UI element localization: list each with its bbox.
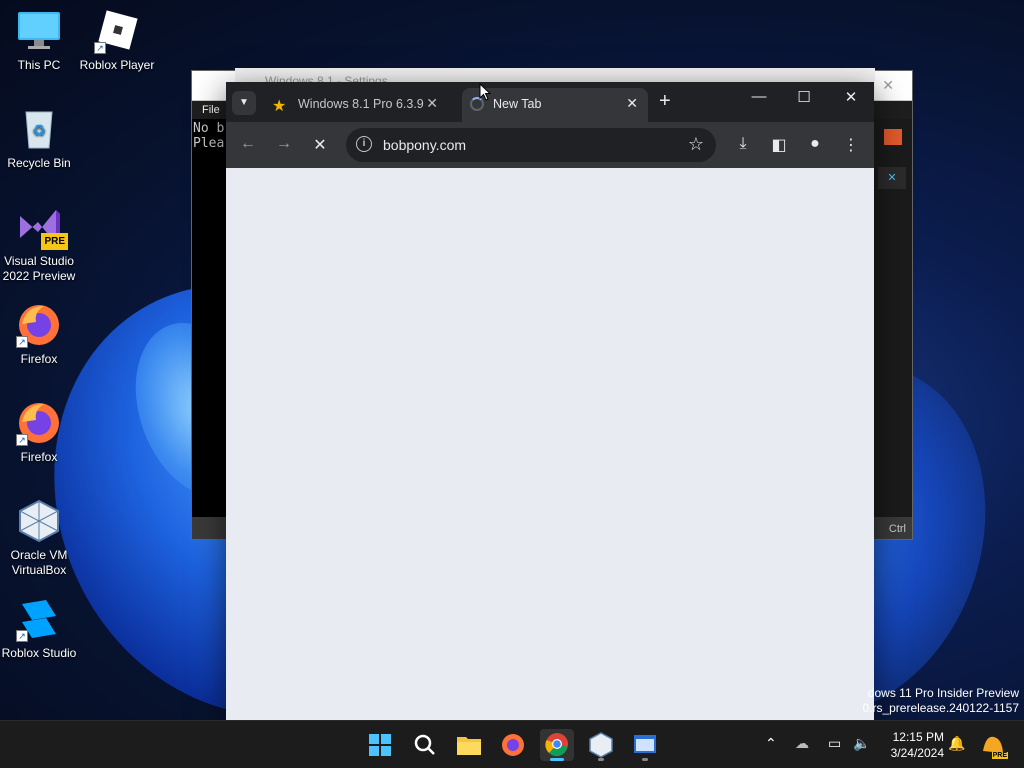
- desktop-icon-virtualbox[interactable]: Oracle VM VirtualBox: [0, 498, 78, 578]
- running-indicator: [642, 758, 648, 761]
- preview-badge: PRE: [41, 233, 68, 250]
- close-icon[interactable]: ✕: [882, 77, 894, 94]
- desktop-icon-roblox-player[interactable]: ↗ Roblox Player: [78, 8, 156, 73]
- bookmark-star-icon[interactable]: ☆: [688, 134, 704, 155]
- volume-muted-icon[interactable]: 🔈: [853, 735, 870, 752]
- notification-bell-icon[interactable]: 🔔: [948, 735, 965, 752]
- vm-window-icon: [634, 735, 656, 753]
- desktop-icon-label: Roblox Player: [79, 58, 155, 72]
- close-icon[interactable]: ✕: [878, 167, 906, 189]
- maximize-button[interactable]: ☐: [789, 88, 819, 106]
- menu-dots-icon[interactable]: ⋮: [840, 135, 862, 155]
- new-tab-button[interactable]: +: [659, 90, 671, 113]
- copilot-button[interactable]: PRE: [980, 733, 1008, 759]
- monitor-icon: [16, 8, 62, 54]
- taskbar-file-explorer[interactable]: [452, 729, 486, 761]
- desktop-icon-label: Recycle Bin: [7, 156, 71, 170]
- site-info-icon[interactable]: i: [356, 136, 372, 152]
- ctrl-label: Ctrl: [888, 523, 906, 535]
- console-side-panel: ✕: [874, 119, 912, 517]
- virtualbox-icon: [16, 498, 62, 544]
- firefox-icon: ↗: [16, 302, 62, 348]
- chrome-window[interactable]: ▼ ★ Windows 8.1 Pro 6.3.96 ✕ New Tab ✕ +…: [226, 82, 874, 720]
- taskbar: ⌃ ☁ ▭ 🔈 12:15 PM 3/24/2024 🔔 PRE: [0, 720, 1024, 768]
- taskbar-vm-window[interactable]: [628, 729, 662, 761]
- firefox-icon: [502, 734, 524, 756]
- chevron-up-icon[interactable]: ⌃: [765, 735, 777, 752]
- tab-close-icon[interactable]: ✕: [626, 95, 638, 112]
- tab-strip: ▼ ★ Windows 8.1 Pro 6.3.96 ✕ New Tab ✕ +…: [226, 82, 874, 122]
- tab-close-icon[interactable]: ✕: [426, 95, 438, 112]
- download-icon[interactable]: ⤓: [732, 135, 754, 153]
- toolbar-app-icon[interactable]: [884, 129, 902, 145]
- forward-button[interactable]: →: [273, 135, 295, 153]
- desktop-icon-label: Firefox: [20, 352, 58, 366]
- tab-title: Windows 8.1 Pro 6.3.96: [298, 97, 424, 111]
- roblox-studio-icon: ↗: [16, 596, 62, 642]
- taskbar-virtualbox[interactable]: [584, 729, 618, 761]
- os-watermark: dows 11 Pro Insider Preview 0.rs_prerele…: [862, 686, 1019, 715]
- star-icon: ★: [272, 98, 287, 115]
- stop-loading-button[interactable]: ✕: [309, 135, 331, 155]
- page-content: [226, 168, 874, 720]
- search-button[interactable]: [408, 729, 442, 761]
- start-icon: [369, 734, 391, 756]
- onedrive-icon[interactable]: ☁: [795, 735, 809, 752]
- tab-windows-81[interactable]: ★ Windows 8.1 Pro 6.3.96 ✕: [266, 88, 456, 122]
- tab-search-button[interactable]: ▼: [232, 91, 256, 115]
- desktop-icon-firefox[interactable]: ↗ Firefox: [0, 302, 78, 367]
- profile-icon[interactable]: ●: [804, 135, 826, 153]
- preview-badge: PRE: [991, 752, 1008, 759]
- address-bar[interactable]: i bobpony.com ☆: [346, 128, 716, 162]
- desktop-icon-this-pc[interactable]: This PC: [0, 8, 78, 73]
- desktop-icon-roblox-studio[interactable]: ↗ Roblox Studio: [0, 596, 78, 661]
- shortcut-arrow-icon: ↗: [16, 336, 28, 348]
- desktop-icon-label: Roblox Studio: [1, 646, 77, 660]
- firefox-icon: ↗: [16, 400, 62, 446]
- desktop-icon-recycle-bin[interactable]: ♻ Recycle Bin: [0, 106, 78, 171]
- menu-file[interactable]: File: [202, 104, 220, 116]
- mouse-cursor-icon: [479, 83, 491, 101]
- roblox-icon: ↗: [94, 8, 140, 54]
- url-text[interactable]: bobpony.com: [383, 137, 466, 153]
- chrome-icon: [545, 733, 568, 757]
- desktop-icon-label: Visual Studio 2022 Preview: [2, 254, 76, 283]
- desktop-icon-label: Firefox: [20, 450, 58, 464]
- back-button[interactable]: ←: [237, 135, 259, 153]
- shortcut-arrow-icon: ↗: [16, 434, 28, 446]
- svg-text:♻: ♻: [32, 123, 46, 140]
- desktop-icon-visual-studio[interactable]: PRE Visual Studio 2022 Preview: [0, 204, 78, 284]
- chevron-down-icon: ▼: [239, 97, 249, 108]
- taskbar-firefox[interactable]: [496, 729, 530, 761]
- desktop-icon-label: Oracle VM VirtualBox: [10, 548, 68, 577]
- desktop-icon-label: This PC: [17, 58, 61, 72]
- browser-toolbar: ← → ✕ i bobpony.com ☆ ⤓ ◧ ● ⋮: [226, 122, 874, 168]
- recycle-bin-icon: ♻: [16, 106, 62, 152]
- minimize-button[interactable]: —: [744, 88, 774, 105]
- shortcut-arrow-icon: ↗: [16, 630, 28, 642]
- search-icon: [414, 734, 435, 755]
- network-icon[interactable]: ▭: [828, 735, 841, 752]
- shortcut-arrow-icon: ↗: [94, 42, 106, 54]
- running-indicator: [598, 758, 604, 761]
- taskbar-chrome[interactable]: [540, 729, 574, 761]
- virtualbox-icon: [589, 732, 613, 758]
- close-button[interactable]: ✕: [836, 88, 866, 106]
- side-panel-icon[interactable]: ◧: [768, 135, 790, 155]
- file-explorer-icon: [457, 737, 481, 755]
- desktop-icon-firefox[interactable]: ↗ Firefox: [0, 400, 78, 465]
- clock-date: 3/24/2024: [890, 746, 944, 760]
- active-indicator: [550, 758, 564, 761]
- clock[interactable]: 12:15 PM 3/24/2024: [880, 729, 944, 761]
- visual-studio-icon: PRE: [16, 204, 68, 250]
- tab-title: New Tab: [493, 97, 542, 111]
- clock-time: 12:15 PM: [892, 730, 944, 744]
- start-button[interactable]: [363, 729, 397, 761]
